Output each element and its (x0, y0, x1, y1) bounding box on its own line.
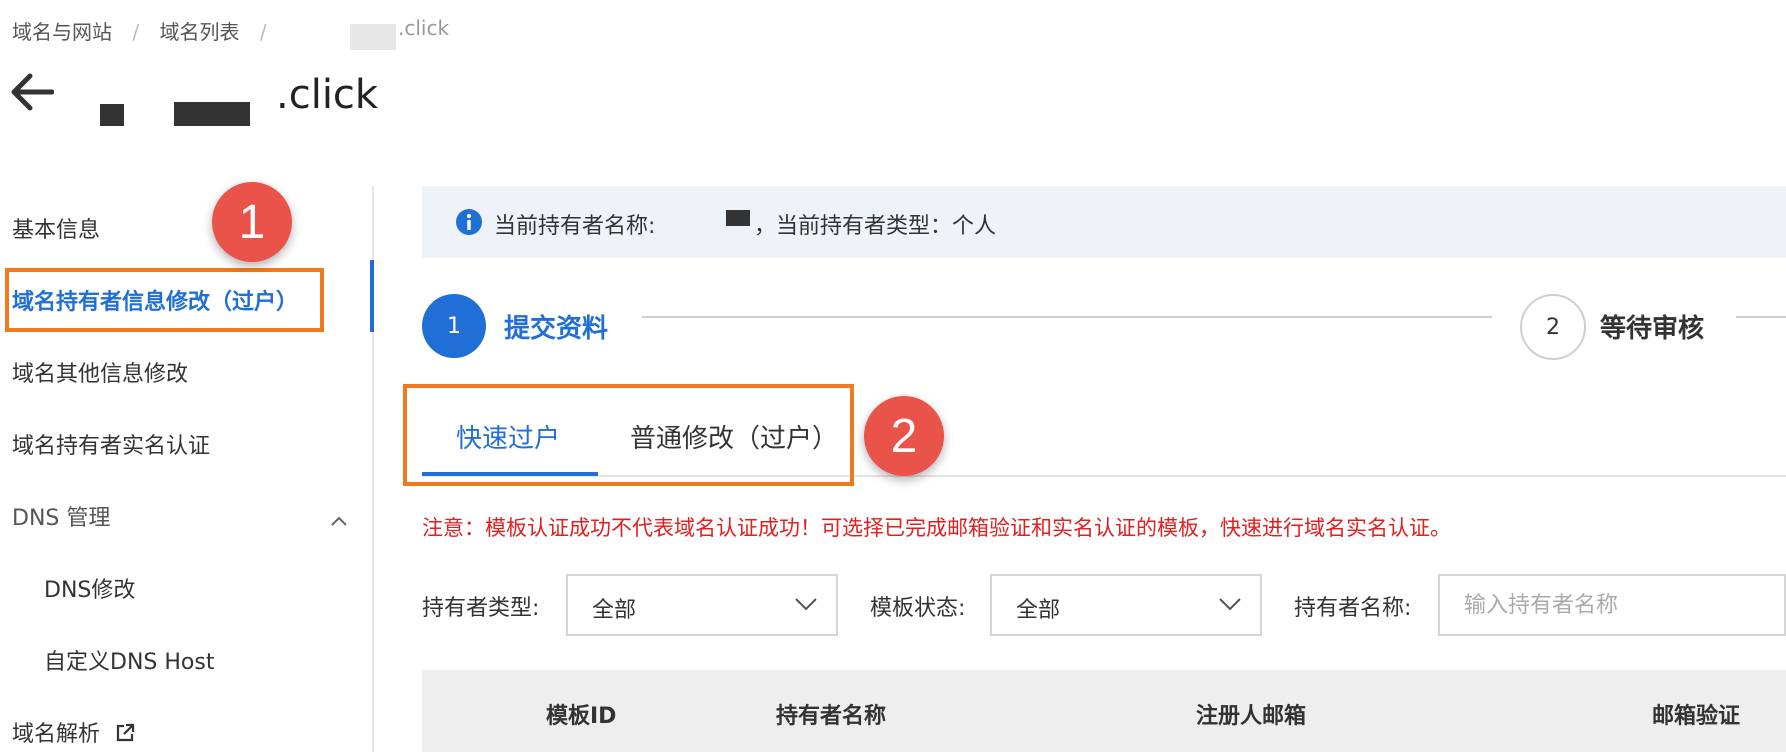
info-icon (455, 208, 483, 236)
page-title: .click (276, 72, 379, 118)
step-1-circle: 1 (422, 294, 486, 358)
current-holder-name-label: 当前持有者名称: (494, 214, 656, 239)
chevron-up-icon[interactable] (330, 508, 348, 532)
sidebar-item-other-info[interactable]: 域名其他信息修改 (12, 356, 188, 388)
notice-text: 注意：模板认证成功不代表域名认证成功！可选择已完成邮箱验证和实名认证的模板，快速… (422, 516, 1451, 540)
sidebar-item-dns-resolution[interactable]: 域名解析 (12, 716, 135, 749)
back-arrow-icon[interactable] (8, 72, 55, 112)
holder-name-input[interactable] (1440, 576, 1784, 634)
holder-type-value: 全部 (592, 598, 637, 623)
breadcrumb: 域名与网站 / 域名列表 / (12, 16, 281, 45)
sidebar-item-label: 域名解析 (12, 722, 101, 747)
breadcrumb-item-domain-list[interactable]: 域名列表 (159, 20, 239, 44)
external-link-icon (115, 723, 135, 749)
column-email-verification: 邮箱验证 (1652, 704, 1741, 729)
column-holder-name: 持有者名称 (776, 704, 887, 729)
annotation-badge-2: 2 (864, 396, 944, 476)
column-template-id: 模板ID (546, 704, 617, 729)
redacted-block (100, 104, 124, 126)
highlight-box-holder-change (5, 268, 324, 332)
template-status-select[interactable]: 全部 (990, 574, 1262, 636)
breadcrumb-separator: / (132, 20, 140, 44)
template-status-label: 模板状态: (870, 596, 966, 621)
step-connector-line (642, 316, 1492, 318)
sidebar-active-indicator (370, 260, 374, 332)
holder-name-input-wrapper (1438, 574, 1786, 636)
redacted-block (174, 102, 250, 126)
sidebar-item-dns-modify[interactable]: DNS修改 (44, 572, 135, 604)
column-registrant-email: 注册人邮箱 (1196, 704, 1307, 729)
holder-type-label: 持有者类型: (422, 596, 540, 621)
sidebar-item-dns-management[interactable]: DNS 管理 (12, 500, 110, 532)
holder-type-select[interactable]: 全部 (566, 574, 838, 636)
breadcrumb-separator: / (259, 20, 267, 44)
chevron-down-icon (1218, 596, 1242, 616)
sidebar-item-real-name-auth[interactable]: 域名持有者实名认证 (12, 428, 210, 460)
redacted-block (726, 210, 750, 226)
holder-name-filter-label: 持有者名称: (1294, 596, 1412, 621)
chevron-down-icon (794, 596, 818, 616)
step-1-label: 提交资料 (504, 314, 609, 344)
step-connector-line (1736, 316, 1786, 318)
highlight-box-tabs (403, 384, 854, 486)
step-2-circle: 2 (1520, 294, 1586, 360)
breadcrumb-item-domains-websites[interactable]: 域名与网站 (12, 20, 112, 44)
breadcrumb-item-current-domain: .click (398, 16, 450, 40)
redacted-block (350, 24, 396, 50)
current-holder-type-text: ，当前持有者类型：个人 (754, 214, 997, 239)
sidebar-item-custom-dns-host[interactable]: 自定义DNS Host (44, 644, 214, 676)
step-2-label: 等待审核 (1600, 314, 1705, 344)
sidebar-item-basic-info[interactable]: 基本信息 (12, 212, 100, 244)
annotation-badge-1: 1 (212, 182, 292, 262)
table-header (422, 670, 1786, 752)
template-status-value: 全部 (1016, 598, 1061, 623)
